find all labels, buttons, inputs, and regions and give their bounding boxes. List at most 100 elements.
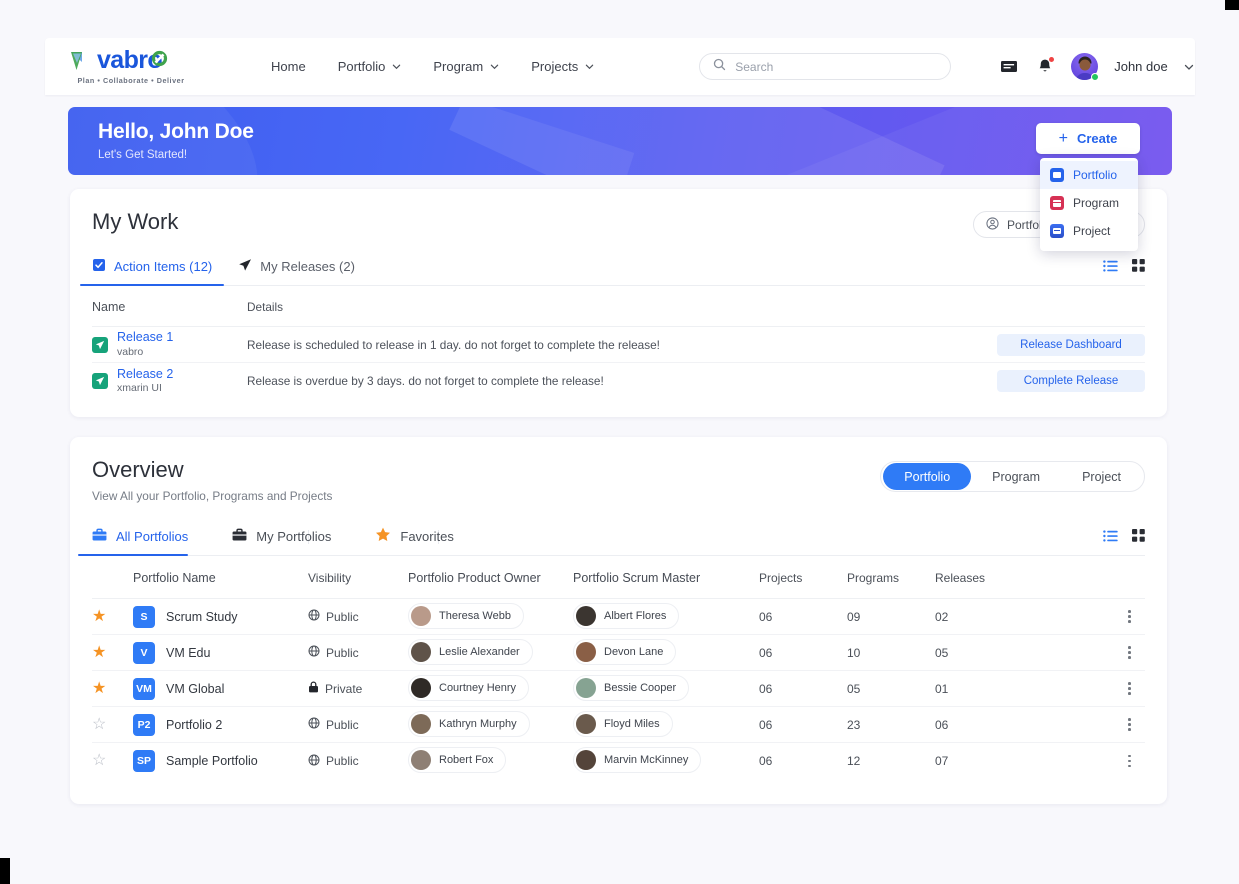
app-header: vabro Plan • Collaborate • Deliver Home … (45, 38, 1195, 95)
tab-my-portfolios[interactable]: My Portfolios (232, 528, 353, 556)
my-work-card: My Work Portfolio Action Items (12) My R… (70, 189, 1167, 417)
owner-name: Theresa Webb (439, 609, 511, 622)
table-row[interactable]: ★ S Scrum Study Public Theresa Webb Albe… (92, 599, 1145, 635)
nav-item-home[interactable]: Home (271, 59, 306, 74)
portfolio-name[interactable]: VM Global (166, 682, 224, 696)
tab-all-portfolios[interactable]: All Portfolios (77, 528, 210, 556)
release-name-link[interactable]: Release 1 (117, 330, 173, 346)
search-box[interactable] (699, 53, 952, 80)
reports-icon[interactable] (999, 57, 1019, 77)
favorite-star-filled-icon[interactable]: ★ (92, 644, 133, 661)
segment-portfolio[interactable]: Portfolio (883, 463, 972, 490)
greeting-title: Hello, John Doe (98, 120, 254, 143)
projects-count: 06 (759, 609, 773, 624)
avatar (411, 605, 431, 626)
menu-item-program[interactable]: Program (1040, 189, 1138, 217)
kebab-icon[interactable] (1128, 754, 1131, 768)
tab-favorites[interactable]: Favorites (375, 527, 475, 556)
portfolio-badge: S (133, 605, 155, 628)
scrum-master-chip[interactable]: Floyd Miles (573, 710, 673, 737)
create-button[interactable]: + Create (1036, 123, 1140, 154)
tab-action-items[interactable]: Action Items (12) (79, 258, 238, 286)
corner-marker-bottom-left (0, 858, 10, 884)
complete-release-button[interactable]: Complete Release (997, 370, 1145, 392)
tab-label: Action Items (12) (114, 259, 213, 274)
avatar (576, 750, 596, 770)
create-button-label: Create (1076, 131, 1118, 146)
bell-icon[interactable] (1035, 56, 1055, 77)
table-row[interactable]: ★ VM VM Global Private Courtney Henry Be… (92, 671, 1145, 707)
scrum-master-chip[interactable]: Devon Lane (573, 638, 677, 665)
table-row[interactable]: ☆ SP Sample Portfolio Public Robert Fox … (92, 743, 1145, 779)
nav-item-program[interactable]: Program (433, 59, 499, 74)
kebab-icon[interactable] (1128, 682, 1131, 695)
create-dropdown-menu: Portfolio Program Project (1040, 158, 1138, 251)
release-subtitle: xmarin UI (117, 382, 162, 395)
scrum-master-name: Bessie Cooper (604, 681, 677, 694)
table-row[interactable]: Release 1 vabro Release is scheduled to … (92, 327, 1145, 363)
owner-chip[interactable]: Leslie Alexander (408, 638, 533, 665)
nav-item-portfolio[interactable]: Portfolio (338, 59, 402, 74)
overview-card: Overview View All your Portfolio, Progra… (70, 437, 1167, 804)
globe-icon (308, 717, 320, 732)
menu-item-project[interactable]: Project (1040, 217, 1138, 245)
portfolio-name[interactable]: VM Edu (166, 646, 210, 660)
project-icon (1050, 224, 1064, 238)
column-header-projects: Projects (759, 571, 803, 585)
menu-item-portfolio[interactable]: Portfolio (1040, 161, 1138, 189)
favorite-star-outline-icon[interactable]: ☆ (92, 716, 133, 733)
nav-item-projects[interactable]: Projects (531, 59, 594, 74)
scrum-master-name: Devon Lane (604, 645, 664, 658)
kebab-icon[interactable] (1128, 610, 1131, 623)
owner-chip[interactable]: Courtney Henry (408, 674, 530, 701)
list-view-icon[interactable] (1103, 529, 1118, 547)
avatar[interactable] (1071, 53, 1100, 81)
tab-label: My Releases (2) (260, 259, 355, 274)
tab-my-releases[interactable]: My Releases (2) (238, 258, 381, 286)
scrum-master-name: Floyd Miles (604, 717, 660, 730)
nav-label: Projects (531, 59, 579, 74)
logo[interactable]: vabro Plan • Collaborate • Deliver (69, 48, 193, 85)
menu-item-label: Project (1073, 224, 1111, 238)
kebab-icon[interactable] (1128, 646, 1131, 659)
owner-chip[interactable]: Theresa Webb (408, 602, 524, 629)
segment-project[interactable]: Project (1061, 463, 1142, 490)
portfolio-name[interactable]: Sample Portfolio (166, 754, 258, 768)
list-view-icon[interactable] (1103, 259, 1118, 277)
column-header-releases: Releases (935, 571, 986, 585)
welcome-banner: Hello, John Doe Let's Get Started! (68, 107, 1172, 175)
scrum-master-chip[interactable]: Bessie Cooper (573, 674, 690, 701)
scrum-master-chip[interactable]: Marvin McKinney (573, 747, 702, 773)
grid-view-icon[interactable] (1132, 529, 1145, 547)
owner-name: Robert Fox (439, 754, 494, 766)
avatar (576, 605, 596, 626)
programs-count: 23 (847, 717, 861, 732)
release-icon (92, 336, 108, 353)
user-name[interactable]: John doe (1114, 59, 1168, 74)
kebab-icon[interactable] (1128, 718, 1131, 731)
favorite-star-filled-icon[interactable]: ★ (92, 608, 133, 625)
portfolio-name[interactable]: Scrum Study (166, 610, 238, 624)
logo-tagline: Plan • Collaborate • Deliver (77, 76, 185, 85)
release-dashboard-button[interactable]: Release Dashboard (997, 333, 1145, 356)
table-row[interactable]: Release 2 xmarin UI Release is overdue b… (92, 363, 1145, 399)
visibility-label: Public (326, 645, 359, 660)
owner-chip[interactable]: Robert Fox (408, 747, 507, 773)
table-row[interactable]: ☆ P2 Portfolio 2 Public Kathryn Murphy F… (92, 707, 1145, 743)
release-name-link[interactable]: Release 2 (117, 367, 173, 383)
table-row[interactable]: ★ V VM Edu Public Leslie Alexander Devon… (92, 635, 1145, 671)
avatar (576, 677, 596, 698)
favorite-star-filled-icon[interactable]: ★ (92, 680, 133, 697)
user-menu-chevron-down-icon[interactable] (1184, 62, 1193, 71)
scrum-master-chip[interactable]: Albert Flores (573, 602, 680, 629)
portfolio-badge: P2 (133, 713, 155, 736)
search-input[interactable] (735, 59, 938, 74)
owner-chip[interactable]: Kathryn Murphy (408, 710, 530, 737)
globe-icon (308, 754, 320, 769)
grid-view-icon[interactable] (1132, 259, 1145, 277)
portfolio-name[interactable]: Portfolio 2 (166, 718, 222, 732)
release-subtitle: vabro (117, 345, 144, 358)
favorite-star-outline-icon[interactable]: ☆ (92, 753, 133, 769)
owner-name: Leslie Alexander (439, 645, 520, 658)
segment-program[interactable]: Program (971, 463, 1061, 490)
